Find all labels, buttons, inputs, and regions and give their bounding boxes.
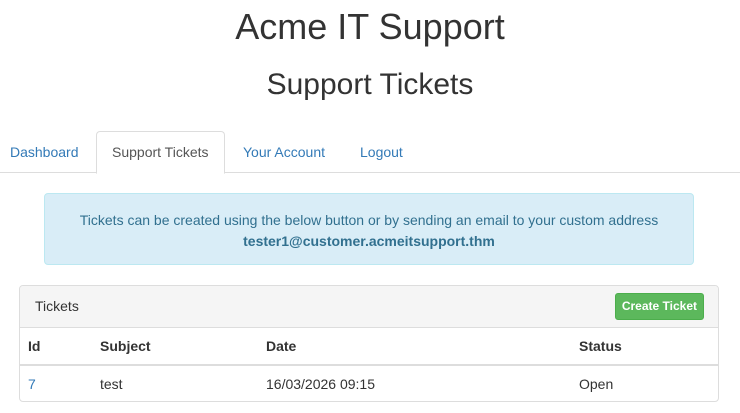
nav-tabs: Dashboard Support Tickets Your Account L… <box>0 131 740 174</box>
create-ticket-button[interactable]: Create Ticket <box>614 293 704 320</box>
tab-logout[interactable]: Logout <box>350 131 413 173</box>
tickets-table: Id Subject Date Status 7 test 16/03/2026… <box>20 328 718 401</box>
tab-support-tickets[interactable]: Support Tickets <box>96 131 225 174</box>
tickets-panel: Tickets Create Ticket Id Subject Date St… <box>19 285 719 402</box>
column-header-date: Date <box>258 328 571 366</box>
ticket-id-cell: 7 <box>20 365 92 401</box>
column-header-subject: Subject <box>92 328 258 366</box>
ticket-subject-cell: test <box>100 376 123 392</box>
custom-email-address: tester1@customer.acmeitsupport.thm <box>243 233 495 249</box>
site-title: Acme IT Support <box>235 6 505 47</box>
tab-your-account[interactable]: Your Account <box>233 131 335 173</box>
ticket-id-link[interactable]: 7 <box>28 376 36 392</box>
tickets-panel-title: Tickets <box>35 298 79 314</box>
page-title: Support Tickets <box>266 68 474 101</box>
ticket-status-cell: Open <box>579 376 614 392</box>
column-header-status: Status <box>571 328 718 366</box>
table-row: 7 test 16/03/2026 09:15 Open <box>20 365 718 401</box>
tickets-panel-heading: Tickets Create Ticket <box>20 286 718 328</box>
info-alert: Tickets can be created using the below b… <box>44 193 694 265</box>
table-header-row: Id Subject Date Status <box>20 328 718 366</box>
ticket-date-cell: 16/03/2026 09:15 <box>266 376 375 392</box>
tab-dashboard[interactable]: Dashboard <box>0 131 89 173</box>
alert-message: Tickets can be created using the below b… <box>79 212 659 228</box>
column-header-id: Id <box>20 328 92 366</box>
